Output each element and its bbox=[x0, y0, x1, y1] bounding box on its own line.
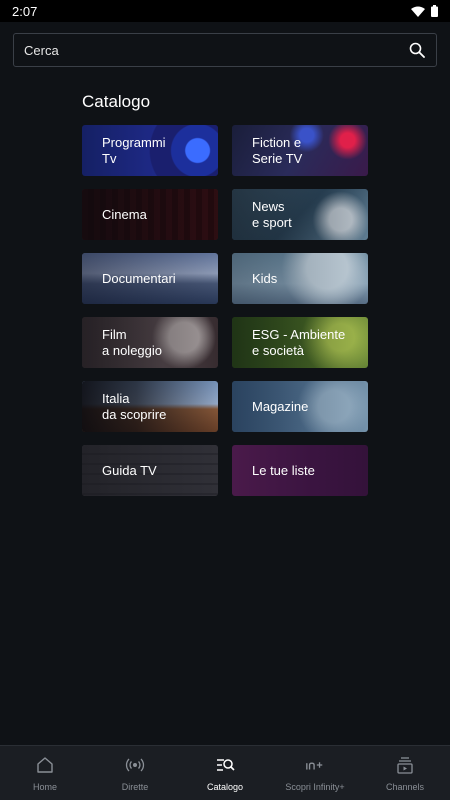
tile-cinema[interactable]: Cinema bbox=[82, 189, 218, 240]
nav-home[interactable]: Home bbox=[0, 746, 90, 800]
wifi-icon bbox=[411, 6, 425, 17]
tile-fiction-serie-tv[interactable]: Fiction e Serie TV bbox=[232, 125, 368, 176]
nav-catalogo[interactable]: Catalogo bbox=[180, 746, 270, 800]
tile-label: ESG - Ambiente e società bbox=[252, 326, 346, 358]
nav-channels[interactable]: Channels bbox=[360, 746, 450, 800]
page-title: Catalogo bbox=[82, 92, 151, 111]
tile-label: Kids bbox=[252, 270, 278, 286]
infinity-plus-icon bbox=[305, 755, 325, 775]
tile-magazine[interactable]: Magazine bbox=[232, 381, 368, 432]
nav-label: Channels bbox=[385, 781, 425, 792]
nav-scopri-infinity[interactable]: Scopri Infinity+ bbox=[270, 746, 360, 800]
tile-film-noleggio[interactable]: Film a noleggio bbox=[82, 317, 218, 368]
tile-label: Le tue liste bbox=[252, 462, 315, 478]
channels-icon bbox=[395, 755, 415, 775]
home-icon bbox=[35, 755, 55, 775]
tile-esg-ambiente[interactable]: ESG - Ambiente e società bbox=[232, 317, 368, 368]
tile-label: News e sport bbox=[252, 198, 292, 230]
nav-label: Dirette bbox=[121, 781, 149, 792]
status-time: 2:07 bbox=[12, 3, 38, 19]
tile-label: Documentari bbox=[102, 270, 176, 286]
bottom-nav: Home Dirette Catalogo Scopri Infinity+ C… bbox=[0, 745, 450, 800]
tile-news-sport[interactable]: News e sport bbox=[232, 189, 368, 240]
broadcast-icon bbox=[125, 755, 145, 775]
nav-dirette[interactable]: Dirette bbox=[90, 746, 180, 800]
tile-label: Italia da scoprire bbox=[102, 390, 167, 422]
tile-guida-tv[interactable]: Guida TV bbox=[82, 445, 218, 496]
catalog-search-icon bbox=[215, 755, 235, 775]
tile-le-tue-liste[interactable]: Le tue liste bbox=[232, 445, 368, 496]
tile-italia-da-scoprire[interactable]: Italia da scoprire bbox=[82, 381, 218, 432]
nav-label: Scopri Infinity+ bbox=[285, 781, 345, 792]
tile-label: Programmi Tv bbox=[102, 134, 166, 166]
tile-label: Guida TV bbox=[102, 462, 157, 478]
tile-programmi-tv[interactable]: Programmi Tv bbox=[82, 125, 218, 176]
tile-label: Cinema bbox=[102, 206, 147, 222]
catalog-grid: Programmi Tv Fiction e Serie TV Cinema N… bbox=[82, 125, 368, 496]
tile-label: Film a noleggio bbox=[102, 326, 162, 358]
search-icon[interactable] bbox=[408, 41, 426, 59]
tile-label: Fiction e Serie TV bbox=[252, 134, 303, 166]
status-bar: 2:07 bbox=[0, 0, 450, 22]
search-input[interactable]: Cerca bbox=[13, 33, 437, 67]
search-placeholder: Cerca bbox=[24, 42, 59, 58]
tile-kids[interactable]: Kids bbox=[232, 253, 368, 304]
nav-label: Catalogo bbox=[206, 781, 244, 792]
nav-label: Home bbox=[32, 781, 57, 792]
tile-label: Magazine bbox=[252, 398, 309, 414]
status-icons bbox=[411, 5, 438, 17]
battery-icon bbox=[431, 5, 438, 17]
tile-documentari[interactable]: Documentari bbox=[82, 253, 218, 304]
